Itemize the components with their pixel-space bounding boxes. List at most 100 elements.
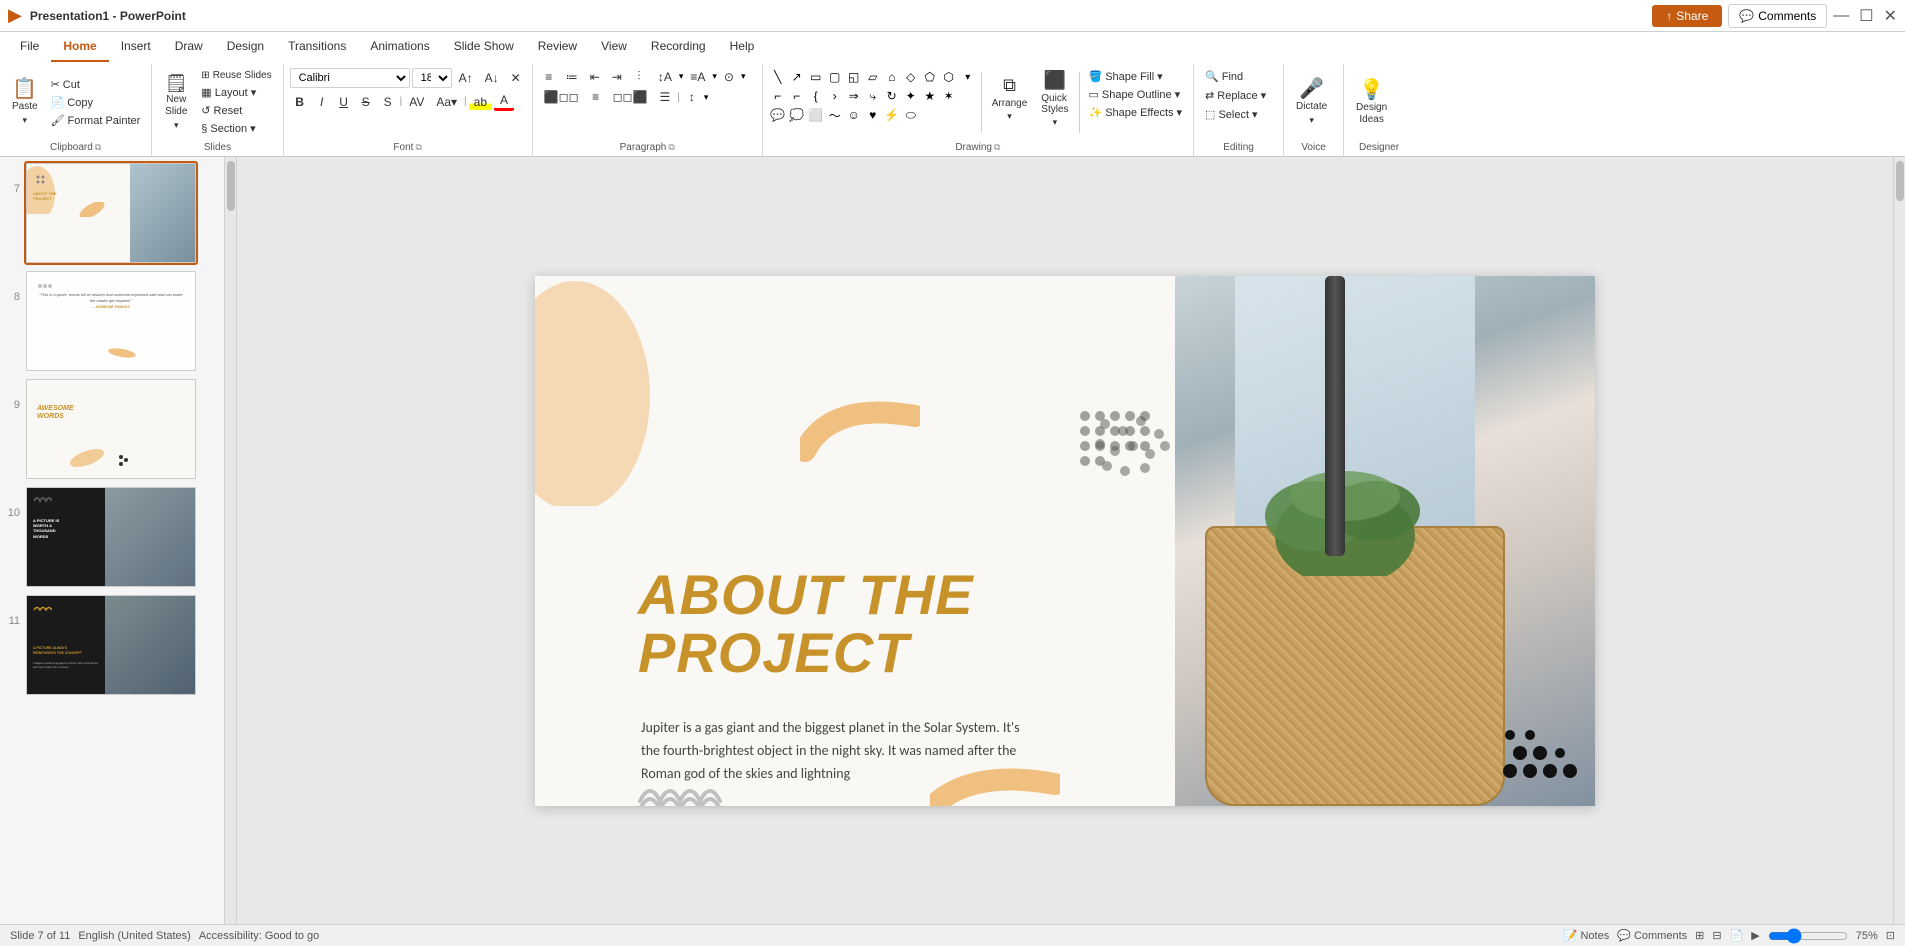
shape-line[interactable]: ╲ [769, 68, 787, 86]
shape-outline-button[interactable]: ▭ Shape Outline ▾ [1084, 86, 1188, 103]
shape-circular[interactable]: ↻ [883, 87, 901, 105]
tab-transitions[interactable]: Transitions [276, 32, 358, 62]
zoom-slider[interactable] [1768, 928, 1848, 944]
notes-button[interactable]: 📝 Notes [1564, 929, 1610, 942]
shape-pentagon[interactable]: ⬠ [921, 68, 939, 86]
text-direction-button[interactable]: ↕A [653, 69, 677, 85]
tab-design[interactable]: Design [215, 32, 276, 62]
tab-help[interactable]: Help [718, 32, 767, 62]
paste-button[interactable]: 📋 Paste ▾ [6, 73, 44, 133]
line-spacing-button[interactable]: ↕ [682, 89, 702, 105]
convert-smartart-button[interactable]: ⊙ [719, 69, 739, 85]
slide-panel-scrollbar[interactable] [225, 157, 237, 924]
shape-star4[interactable]: ✦ [902, 87, 920, 105]
slide-thumb-11[interactable]: 11 A PICTURE ALWAYSREINFORCES THE CONCEP… [4, 593, 220, 697]
center-button[interactable]: ≡ [586, 89, 606, 105]
tab-review[interactable]: Review [526, 32, 589, 62]
align-left-button[interactable]: ⬛◻◻ [539, 89, 584, 105]
new-slide-button[interactable]: 🗒 NewSlide ▾ [158, 72, 194, 133]
shape-trapezoid[interactable]: ⌂ [883, 68, 901, 86]
minimize-button[interactable]: — [1833, 7, 1849, 25]
paragraph-expand-icon[interactable]: ⧉ [668, 142, 674, 153]
shape-arrow2[interactable]: ⇒ [845, 87, 863, 105]
reset-button[interactable]: ↺Reset [196, 102, 276, 119]
view-normal[interactable]: ⊞ [1695, 929, 1704, 942]
shape-star5[interactable]: ★ [921, 87, 939, 105]
shape-wave[interactable]: 〜 [826, 106, 844, 124]
text-shadow-button[interactable]: S [378, 94, 398, 110]
slide-thumb-10[interactable]: 10 A PICTURE ISWORTH ATHOUSANDWORDS [4, 485, 220, 589]
slide-thumb-7[interactable]: 7 ABOUT THEPROJECT [4, 161, 220, 265]
canvas-scrollbar-thumb[interactable] [1896, 161, 1904, 201]
fit-slide-button[interactable]: ⊡ [1886, 929, 1895, 942]
bullets-button[interactable]: ≡ [539, 69, 559, 85]
char-spacing-button[interactable]: AV [404, 94, 429, 110]
tab-insert[interactable]: Insert [109, 32, 163, 62]
share-button[interactable]: ↑ Share [1652, 5, 1722, 27]
shape-smiley[interactable]: ☺ [845, 106, 863, 124]
underline-button[interactable]: U [334, 94, 354, 110]
shape-rounded-rect[interactable]: ▢ [826, 68, 844, 86]
arrange-button[interactable]: ⧉ Arrange ▾ [986, 68, 1034, 128]
design-ideas-button[interactable]: 💡 DesignIdeas [1350, 73, 1393, 133]
strikethrough-button[interactable]: S [356, 94, 376, 110]
shape-callout[interactable]: ⬜ [807, 106, 825, 124]
shape-curved[interactable]: ⤷ [864, 87, 882, 105]
align-right-button[interactable]: ◻◻⬛ [608, 89, 653, 105]
shape-corner[interactable]: ⌐ [769, 87, 787, 105]
tab-home[interactable]: Home [51, 32, 108, 62]
maximize-button[interactable]: ☐ [1859, 6, 1873, 26]
shape-fill-button[interactable]: 🪣 Shape Fill ▾ [1084, 68, 1188, 85]
close-button[interactable]: ✕ [1884, 6, 1897, 26]
shape-brace[interactable]: { [807, 87, 825, 105]
shape-hexagon[interactable]: ⬡ [940, 68, 958, 86]
shape-ellipse[interactable]: ⬭ [902, 106, 920, 124]
shape-rect[interactable]: ▭ [807, 68, 825, 86]
tab-draw[interactable]: Draw [163, 32, 215, 62]
comments-panel-button[interactable]: 💬 Comments [1617, 929, 1687, 942]
shape-diamond[interactable]: ◇ [902, 68, 920, 86]
font-expand-icon[interactable]: ⧉ [415, 142, 421, 153]
canvas-scrollbar[interactable] [1893, 157, 1905, 924]
numbering-button[interactable]: ≔ [561, 69, 583, 85]
align-text-button[interactable]: ≡A [685, 69, 710, 85]
shape-snip[interactable]: ◱ [845, 68, 863, 86]
format-painter-button[interactable]: 🖌Format Painter [46, 112, 146, 129]
bold-button[interactable]: B [290, 94, 310, 110]
quick-styles-button[interactable]: ⬛ QuickStyles ▾ [1035, 68, 1074, 130]
select-button[interactable]: ⬚ Select ▾ [1200, 106, 1263, 123]
tab-recording[interactable]: Recording [639, 32, 718, 62]
decrease-font-size-button[interactable]: A↓ [480, 70, 504, 86]
clear-formatting-button[interactable]: ✕ [506, 70, 526, 86]
scrollbar-thumb[interactable] [227, 161, 235, 211]
highlight-button[interactable]: ab [469, 94, 492, 110]
columns-button[interactable]: ⫶ [629, 68, 649, 85]
view-reading[interactable]: 📄 [1730, 929, 1744, 942]
slide-thumb-8[interactable]: 8 "This is a quote, words full of wisdom… [4, 269, 220, 373]
comments-button[interactable]: 💬 Comments [1728, 4, 1827, 28]
drawing-expand-icon[interactable]: ⧉ [994, 142, 1000, 153]
decrease-indent-button[interactable]: ⇤ [585, 69, 605, 85]
italic-button[interactable]: I [312, 94, 332, 110]
justify-button[interactable]: ☰ [654, 89, 675, 105]
shape-effects-button[interactable]: ✨ Shape Effects ▾ [1084, 104, 1188, 121]
find-button[interactable]: 🔍 Find [1200, 68, 1248, 85]
shape-heart[interactable]: ♥ [864, 106, 882, 124]
increase-font-size-button[interactable]: A↑ [454, 70, 478, 86]
copy-button[interactable]: 📄Copy [46, 94, 146, 111]
tab-file[interactable]: File [8, 32, 51, 62]
dictate-button[interactable]: 🎤 Dictate ▾ [1290, 73, 1333, 133]
tab-animations[interactable]: Animations [358, 32, 441, 62]
font-family-select[interactable]: Calibri [290, 68, 410, 88]
shape-chevron[interactable]: › [826, 87, 844, 105]
slide-thumb-9[interactable]: 9 AWESOMEWORDS [4, 377, 220, 481]
shape-thought[interactable]: 💭 [788, 106, 806, 124]
slide-canvas[interactable]: ABOUT THE PROJECT Jupiter is a gas giant… [535, 276, 1595, 806]
clipboard-expand-icon[interactable]: ⧉ [95, 142, 101, 153]
change-case-button[interactable]: Aa▾ [431, 94, 462, 110]
shape-more[interactable]: ▾ [959, 68, 977, 86]
layout-button[interactable]: ▦Layout ▾ [196, 84, 276, 101]
reuse-slides-button[interactable]: ⊞Reuse Slides [196, 68, 276, 83]
view-slide-sorter[interactable]: ⊟ [1712, 929, 1721, 942]
shape-bracket[interactable]: ⌐ [788, 87, 806, 105]
